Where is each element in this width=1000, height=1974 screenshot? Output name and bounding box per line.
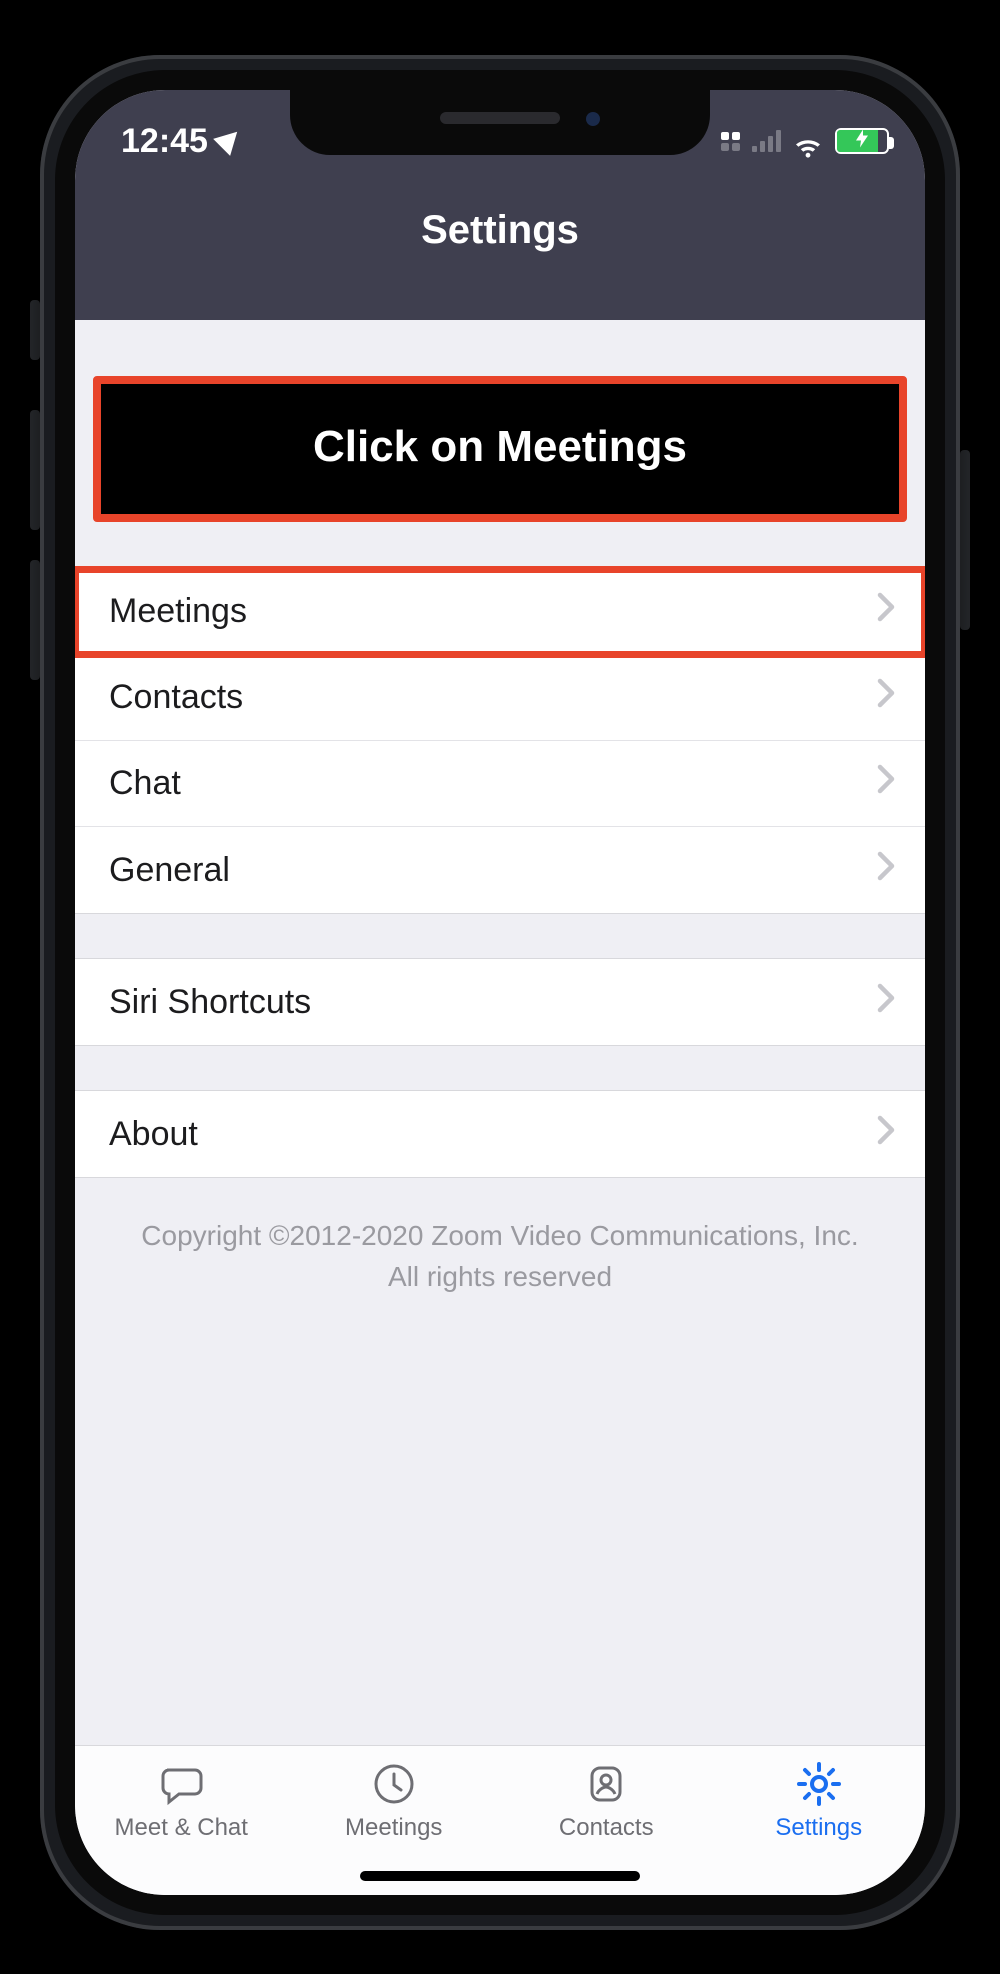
chevron-right-icon xyxy=(877,983,895,1022)
chat-icon xyxy=(157,1760,205,1808)
settings-row-general[interactable]: General xyxy=(75,827,925,913)
settings-section-3: About xyxy=(75,1090,925,1178)
chevron-right-icon xyxy=(877,851,895,890)
chevron-right-icon xyxy=(877,764,895,803)
status-time: 12:45 xyxy=(121,122,208,161)
settings-row-meetings[interactable]: Meetings xyxy=(75,569,925,655)
tab-contacts[interactable]: Contacts xyxy=(516,1760,696,1842)
phone-silence-switch xyxy=(30,300,40,360)
chevron-right-icon xyxy=(877,1115,895,1154)
copyright-line-1: Copyright ©2012-2020 Zoom Video Communic… xyxy=(115,1216,885,1257)
tab-label: Contacts xyxy=(559,1814,654,1842)
home-indicator[interactable] xyxy=(360,1871,640,1881)
tab-label: Settings xyxy=(775,1814,862,1842)
settings-section-1: Meetings Contacts Chat General xyxy=(75,568,925,914)
phone-volume-down xyxy=(30,560,40,680)
copyright-footer: Copyright ©2012-2020 Zoom Video Communic… xyxy=(75,1178,925,1297)
row-label: Chat xyxy=(109,764,181,803)
phone-power-button xyxy=(960,450,970,630)
charging-bolt-icon xyxy=(856,130,868,153)
settings-row-about[interactable]: About xyxy=(75,1091,925,1177)
tab-settings[interactable]: Settings xyxy=(729,1760,909,1842)
chevron-right-icon xyxy=(877,592,895,631)
row-label: About xyxy=(109,1115,198,1154)
contacts-icon xyxy=(582,1760,630,1808)
copyright-line-2: All rights reserved xyxy=(115,1257,885,1298)
row-label: Contacts xyxy=(109,678,243,717)
row-label: Meetings xyxy=(109,592,247,631)
settings-content: Click on Meetings Meetings Contacts Chat xyxy=(75,320,925,1745)
tab-meetings[interactable]: Meetings xyxy=(304,1760,484,1842)
settings-row-chat[interactable]: Chat xyxy=(75,741,925,827)
clock-icon xyxy=(370,1760,418,1808)
wifi-icon xyxy=(793,130,823,152)
tab-meet-chat[interactable]: Meet & Chat xyxy=(91,1760,271,1842)
gear-icon xyxy=(795,1760,843,1808)
settings-row-siri-shortcuts[interactable]: Siri Shortcuts xyxy=(75,959,925,1045)
settings-section-2: Siri Shortcuts xyxy=(75,958,925,1046)
chevron-right-icon xyxy=(877,678,895,717)
dual-sim-icon xyxy=(721,132,740,151)
battery-icon xyxy=(835,128,889,154)
row-label: General xyxy=(109,851,230,890)
row-label: Siri Shortcuts xyxy=(109,983,311,1022)
phone-notch xyxy=(290,90,710,155)
tab-label: Meetings xyxy=(345,1814,442,1842)
location-icon xyxy=(213,123,246,156)
settings-row-contacts[interactable]: Contacts xyxy=(75,655,925,741)
phone-screen: 12:45 Settings xyxy=(75,90,925,1895)
instruction-callout: Click on Meetings xyxy=(93,376,907,522)
phone-volume-up xyxy=(30,410,40,530)
page-title: Settings xyxy=(75,208,925,253)
tab-bar: Meet & Chat Meetings Contacts Settings xyxy=(75,1745,925,1895)
tab-label: Meet & Chat xyxy=(115,1814,248,1842)
cellular-signal-icon xyxy=(752,130,781,152)
